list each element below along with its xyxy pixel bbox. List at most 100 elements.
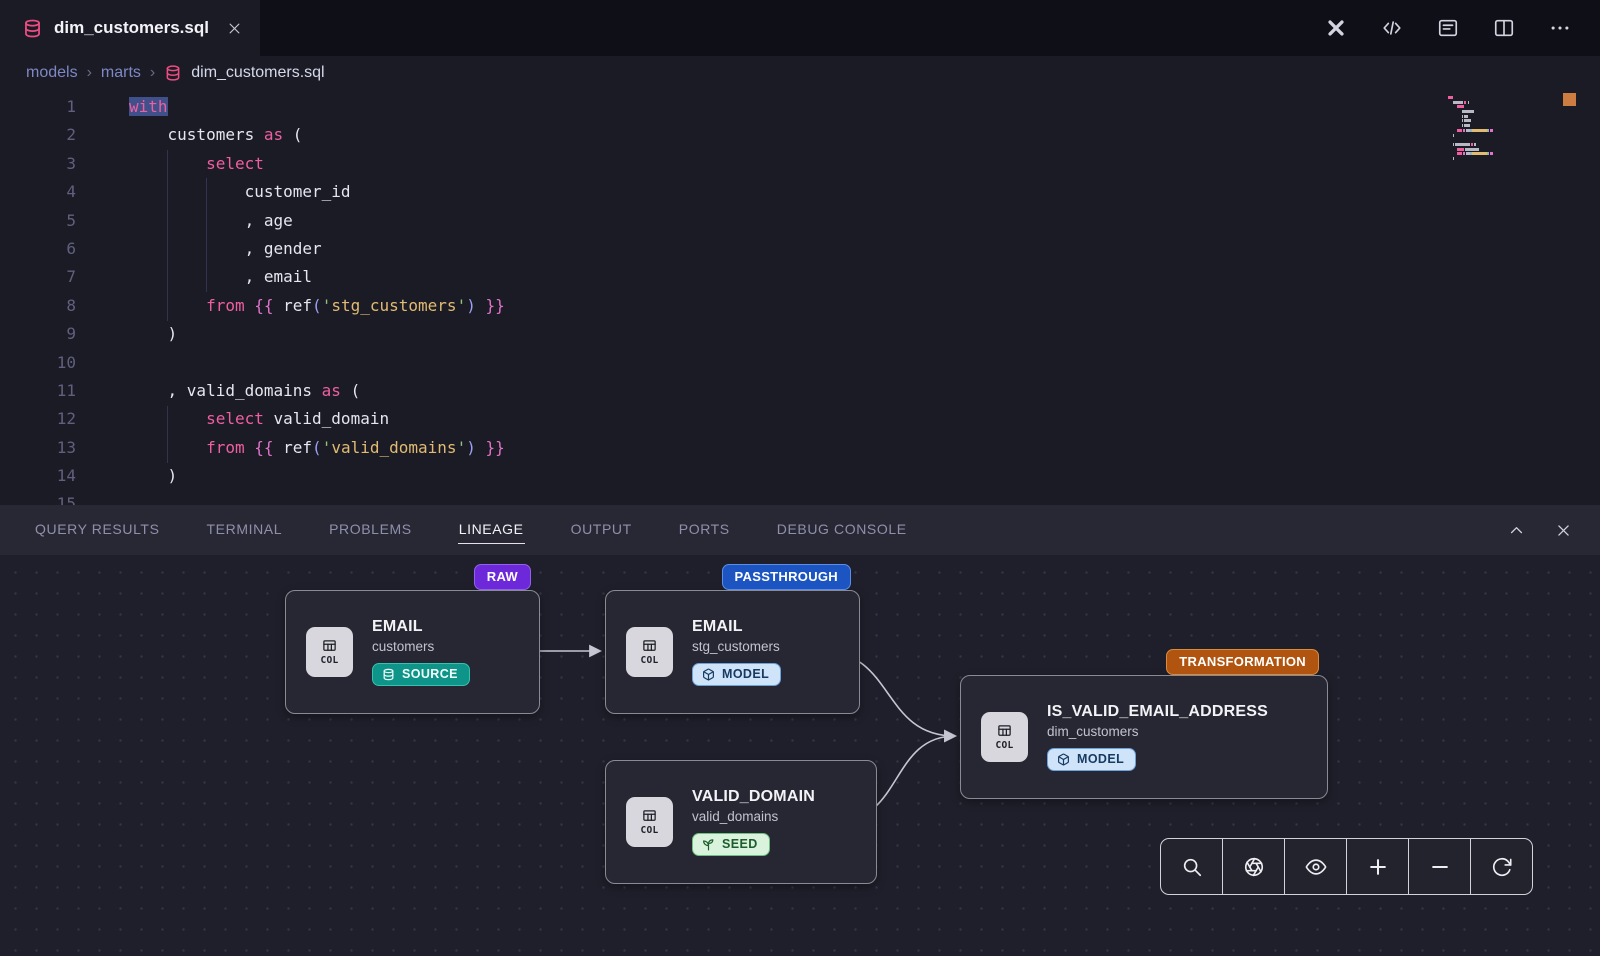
- tab-title: dim_customers.sql: [54, 18, 209, 38]
- line-number: 13: [0, 434, 76, 462]
- editor-tab[interactable]: dim_customers.sql: [0, 0, 260, 56]
- line-number: 15: [0, 490, 76, 505]
- aperture-icon: [1243, 856, 1265, 878]
- split-editor-icon[interactable]: [1492, 16, 1516, 40]
- breadcrumb-separator: ›: [87, 64, 92, 82]
- lineage-node-customers[interactable]: RAWCOLEMAILcustomersSOURCE: [285, 590, 540, 714]
- line-number: 7: [0, 263, 76, 291]
- code-line[interactable]: [129, 349, 1600, 377]
- cube-icon: [702, 668, 715, 681]
- minimap-line: [1448, 129, 1548, 132]
- node-badge-model[interactable]: MODEL: [692, 663, 781, 686]
- dbt-file-icon: [22, 18, 43, 39]
- column-chip: COL: [626, 627, 673, 677]
- code-line[interactable]: , age: [129, 207, 1600, 235]
- dbt-power-user-icon[interactable]: [1324, 16, 1348, 40]
- code-line[interactable]: customer_id: [129, 178, 1600, 206]
- breadcrumb-separator: ›: [150, 64, 155, 82]
- code-lines[interactable]: with customers as ( select customer_id ,…: [100, 90, 1600, 505]
- node-title: VALID_DOMAIN: [692, 788, 815, 806]
- database-icon: [382, 668, 395, 681]
- dbt-file-icon: [164, 64, 182, 82]
- minimap[interactable]: [1448, 96, 1548, 166]
- code-line[interactable]: , email: [129, 263, 1600, 291]
- eye-button[interactable]: [1285, 839, 1347, 894]
- panel-tab-output[interactable]: OUTPUT: [570, 505, 633, 555]
- code-line[interactable]: with: [129, 93, 1600, 121]
- node-badge-source[interactable]: SOURCE: [372, 663, 470, 686]
- preview-icon[interactable]: [1436, 16, 1460, 40]
- editor-tab-bar: dim_customers.sql: [0, 0, 1600, 56]
- zoom-out-icon: [1429, 856, 1451, 878]
- node-title: EMAIL: [372, 618, 423, 636]
- code-line[interactable]: ): [129, 320, 1600, 348]
- editor-actions: [1324, 0, 1600, 56]
- minimap-line: [1448, 143, 1548, 146]
- node-tag-passthrough: PASSTHROUGH: [722, 564, 851, 590]
- code-line[interactable]: , valid_domains as (: [129, 377, 1600, 405]
- code-line[interactable]: ): [129, 462, 1600, 490]
- search-button[interactable]: [1161, 839, 1223, 894]
- node-subtitle: customers: [372, 639, 434, 654]
- close-tab-icon[interactable]: [227, 21, 242, 36]
- panel-tab-ports[interactable]: PORTS: [678, 505, 731, 555]
- node-title: EMAIL: [692, 618, 743, 636]
- breadcrumb-file[interactable]: dim_customers.sql: [191, 64, 324, 82]
- code-line[interactable]: from {{ ref('stg_customers') }}: [129, 292, 1600, 320]
- column-chip: COL: [626, 797, 673, 847]
- code-editor[interactable]: 123456789101112131415 with customers as …: [0, 90, 1600, 505]
- refresh-button[interactable]: [1471, 839, 1532, 894]
- line-number: 4: [0, 178, 76, 206]
- code-line[interactable]: , gender: [129, 235, 1600, 263]
- gutter: 123456789101112131415: [0, 90, 100, 505]
- panel-tab-terminal[interactable]: TERMINAL: [206, 505, 284, 555]
- collapse-panel-icon[interactable]: [1508, 522, 1525, 539]
- lineage-node-stg_customers[interactable]: PASSTHROUGHCOLEMAILstg_customersMODEL: [605, 590, 860, 714]
- node-tag-raw: RAW: [474, 564, 531, 590]
- code-line[interactable]: select valid_domain: [129, 405, 1600, 433]
- panel-tab-bar: QUERY RESULTS TERMINAL PROBLEMS LINEAGE OUTP…: [0, 505, 1600, 555]
- refresh-icon: [1491, 856, 1513, 878]
- panel-tab-problems[interactable]: PROBLEMS: [328, 505, 413, 555]
- node-title: IS_VALID_EMAIL_ADDRESS: [1047, 703, 1268, 721]
- more-actions-icon[interactable]: [1548, 16, 1572, 40]
- zoom-in-button[interactable]: [1347, 839, 1409, 894]
- close-panel-icon[interactable]: [1555, 522, 1572, 539]
- breadcrumb-item-marts[interactable]: marts: [101, 64, 141, 82]
- panel-tab-query-results[interactable]: QUERY RESULTS: [34, 505, 161, 555]
- minimap-line: [1448, 115, 1548, 118]
- lineage-node-valid_domains[interactable]: COL VALID_DOMAIN valid_domains SEED: [605, 760, 877, 884]
- lineage-node-dim_customers[interactable]: TRANSFORMATIONCOLIS_VALID_EMAIL_ADDRESSd…: [960, 675, 1328, 799]
- node-subtitle: valid_domains: [692, 809, 778, 824]
- panel-tab-debug-console[interactable]: DEBUG CONSOLE: [776, 505, 908, 555]
- line-number: 6: [0, 235, 76, 263]
- line-number: 8: [0, 292, 76, 320]
- zoom-in-icon: [1367, 856, 1389, 878]
- seed-icon: [702, 838, 715, 851]
- code-line[interactable]: select: [129, 150, 1600, 178]
- column-chip: COL: [981, 712, 1028, 762]
- minimap-line: [1448, 110, 1548, 113]
- minimap-line: [1448, 157, 1548, 160]
- line-number: 11: [0, 377, 76, 405]
- zoom-out-button[interactable]: [1409, 839, 1471, 894]
- code-line[interactable]: [129, 490, 1600, 505]
- node-badge-seed[interactable]: SEED: [692, 833, 770, 856]
- minimap-line: [1448, 119, 1548, 122]
- breadcrumb-item-models[interactable]: models: [26, 64, 78, 82]
- minimap-line: [1448, 101, 1548, 104]
- line-number: 5: [0, 207, 76, 235]
- line-number: 12: [0, 405, 76, 433]
- code-line[interactable]: from {{ ref('valid_domains') }}: [129, 434, 1600, 462]
- lineage-canvas[interactable]: RAW COL EMAIL customers SOURCE PASSTHROUGH COL…: [0, 555, 1600, 956]
- aperture-button[interactable]: [1223, 839, 1285, 894]
- node-subtitle: dim_customers: [1047, 724, 1139, 739]
- line-number: 10: [0, 349, 76, 377]
- node-badge-model[interactable]: MODEL: [1047, 748, 1136, 771]
- app-window: dim_customers.sql models › marts › dim_c…: [0, 0, 1600, 956]
- line-number: 2: [0, 121, 76, 149]
- code-icon[interactable]: [1380, 16, 1404, 40]
- code-line[interactable]: customers as (: [129, 121, 1600, 149]
- minimap-line: [1448, 152, 1548, 155]
- panel-tab-lineage[interactable]: LINEAGE: [458, 505, 525, 555]
